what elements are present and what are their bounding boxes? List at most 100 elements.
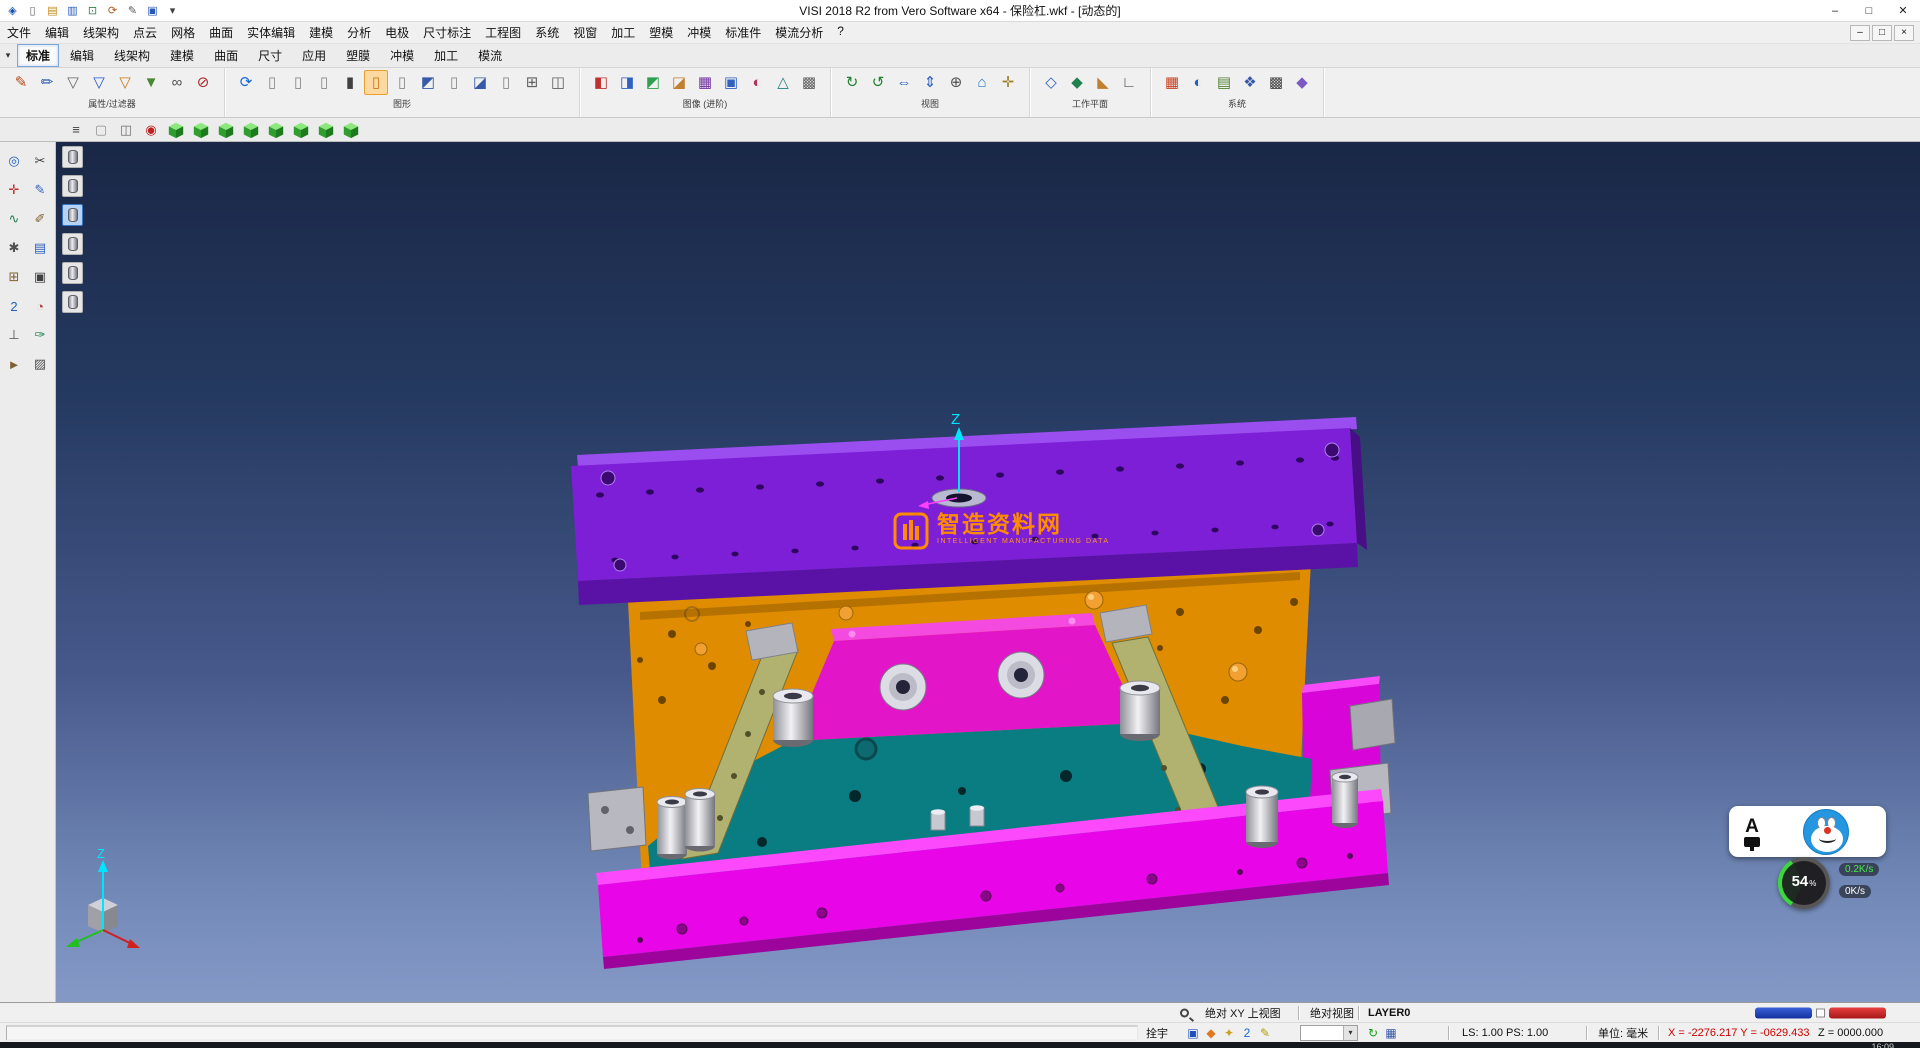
toolbar-icon[interactable]: ▯ (494, 70, 518, 95)
menu-item[interactable]: 视窗 (566, 22, 604, 43)
toolbar-icon[interactable]: ▯ (390, 70, 414, 95)
display-mode-icon[interactable]: ◉ (141, 120, 161, 140)
sidebar-tool-icon[interactable]: ► (3, 353, 25, 375)
toolbar-icon[interactable]: ⊘ (191, 70, 215, 95)
menu-item[interactable]: 实体编辑 (240, 22, 302, 43)
viewcube-icon[interactable] (291, 120, 311, 140)
toolbar-icon[interactable]: ↺ (866, 70, 890, 95)
toolbar-icon[interactable]: ✎ (9, 70, 33, 95)
filter-toggle-button[interactable] (62, 146, 83, 168)
percent-gauge[interactable]: 54 % (1778, 857, 1830, 909)
toolbar-tab[interactable]: 加工 (425, 44, 467, 67)
toolbar-icon[interactable]: ▣ (719, 70, 743, 95)
display-mode-icon[interactable]: ≡ (66, 120, 86, 140)
sidebar-tool-icon[interactable]: ◎ (3, 150, 25, 172)
close-button[interactable]: ✕ (1886, 0, 1920, 21)
toolbar-icon[interactable]: ▼ (139, 70, 163, 95)
toolbar-tab[interactable]: 应用 (293, 44, 335, 67)
menu-item[interactable]: 网格 (164, 22, 202, 43)
toolbar-tab[interactable]: 模流 (469, 44, 511, 67)
toolbar-icon[interactable]: ∟ (1117, 70, 1141, 95)
toolbar-tab[interactable]: 冲模 (381, 44, 423, 67)
chevron-down-icon[interactable]: ▾ (1343, 1026, 1357, 1040)
toolbar-icon[interactable]: ◪ (468, 70, 492, 95)
viewcube-icon[interactable] (241, 120, 261, 140)
menu-item[interactable]: 建模 (302, 22, 340, 43)
toolbar-icon[interactable]: ⇕ (918, 70, 942, 95)
viewcube-icon[interactable] (316, 120, 336, 140)
sidebar-tool-icon[interactable]: ⊥ (3, 324, 25, 346)
toolbar-icon[interactable]: ◣ (1091, 70, 1115, 95)
mdi-minimize-button[interactable]: – (1850, 25, 1870, 41)
status-tool-icon[interactable]: ▦ (1382, 1026, 1400, 1040)
minimize-button[interactable]: – (1818, 0, 1852, 21)
sidebar-tool-icon[interactable]: ▨ (29, 353, 51, 375)
sidebar-tool-icon[interactable]: ▤ (29, 237, 51, 259)
menu-item[interactable]: 塑模 (642, 22, 680, 43)
menu-item[interactable]: 系统 (528, 22, 566, 43)
toolbar-tab[interactable]: 塑膜 (337, 44, 379, 67)
filter-toggle-button[interactable] (62, 291, 83, 313)
viewcube-icon[interactable] (166, 120, 186, 140)
menu-item[interactable]: 加工 (604, 22, 642, 43)
menu-item[interactable]: 冲模 (680, 22, 718, 43)
toolbar-icon[interactable]: ▽ (87, 70, 111, 95)
sidebar-tool-icon[interactable]: ⊞ (3, 266, 25, 288)
toolbar-icon[interactable]: ◇ (1039, 70, 1063, 95)
toolbar-icon[interactable]: ⇔ (892, 70, 916, 95)
toolbar-icon[interactable]: ✏ (35, 70, 59, 95)
toolbar-tab[interactable]: 标准 (17, 44, 59, 67)
sidebar-tool-icon[interactable]: ∿ (3, 208, 25, 230)
toolbar-icon[interactable]: ◨ (615, 70, 639, 95)
abs-view-xy-status[interactable]: 绝对 XY 上视图 (1205, 1005, 1281, 1021)
sidebar-tool-icon[interactable]: ◔ (29, 295, 51, 317)
toolbar-icon[interactable]: ◐ (1186, 70, 1210, 95)
toolbar-icon[interactable]: ◆ (1290, 70, 1314, 95)
toolbar-icon[interactable]: ▯ (364, 70, 388, 95)
mdi-restore-button[interactable]: □ (1872, 25, 1892, 41)
snap-status[interactable]: 拴宇 (1146, 1025, 1168, 1041)
toolbar-icon[interactable]: ▩ (1264, 70, 1288, 95)
toolbar-icon[interactable]: ⟳ (234, 70, 258, 95)
command-input[interactable] (6, 1025, 1138, 1040)
widget-card[interactable]: A (1729, 806, 1886, 857)
toolbar-icon[interactable]: ▯ (286, 70, 310, 95)
filter-toggle-button[interactable] (62, 175, 83, 197)
toolbar-icon[interactable]: ⊕ (944, 70, 968, 95)
toolbar-icon[interactable]: ▽ (113, 70, 137, 95)
toolbar-tab[interactable]: 线架构 (105, 44, 159, 67)
toolbar-icon[interactable]: △ (771, 70, 795, 95)
sidebar-tool-icon[interactable]: ✐ (29, 208, 51, 230)
toolbar-icon[interactable]: ▩ (797, 70, 821, 95)
mdi-close-button[interactable]: × (1894, 25, 1914, 41)
toolbar-icon[interactable]: ❖ (1238, 70, 1262, 95)
filter-toggle-button[interactable] (62, 262, 83, 284)
display-mode-icon[interactable]: ▢ (91, 120, 111, 140)
toolbar-icon[interactable]: ◪ (667, 70, 691, 95)
toolbar-icon[interactable]: ▮ (338, 70, 362, 95)
toolbar-icon[interactable]: ▯ (312, 70, 336, 95)
active-layer-status[interactable]: LAYER0 (1368, 1007, 1410, 1019)
menu-item[interactable]: 点云 (126, 22, 164, 43)
toolbar-icon[interactable]: ◩ (641, 70, 665, 95)
toolbar-icon[interactable]: ◐ (745, 70, 769, 95)
toolbar-icon[interactable]: ▤ (1212, 70, 1236, 95)
status-tool-icon[interactable]: ▣ (1184, 1026, 1202, 1040)
status-tool-icon[interactable]: ◆ (1202, 1026, 1220, 1040)
toolbar-icon[interactable]: ↻ (840, 70, 864, 95)
menu-item[interactable]: 分析 (340, 22, 378, 43)
sidebar-tool-icon[interactable]: ✱ (3, 237, 25, 259)
toolbar-icon[interactable]: ◆ (1065, 70, 1089, 95)
status-combo[interactable]: ▾ (1300, 1025, 1358, 1041)
maximize-button[interactable]: □ (1852, 0, 1886, 21)
toolbar-icon[interactable]: ▦ (693, 70, 717, 95)
sidebar-tool-icon[interactable]: ✑ (29, 324, 51, 346)
desktop-widget[interactable]: A 54 % 0.2K/s 0K/s (1729, 806, 1909, 918)
status-tool-icon[interactable]: 2 (1238, 1026, 1256, 1040)
toolbar-icon[interactable]: ◧ (589, 70, 613, 95)
menu-item[interactable]: ? (830, 22, 851, 43)
sidebar-tool-icon[interactable]: ▣ (29, 266, 51, 288)
menu-item[interactable]: 电极 (378, 22, 416, 43)
menu-item[interactable]: 标准件 (718, 22, 768, 43)
menu-item[interactable]: 模流分析 (768, 22, 830, 43)
